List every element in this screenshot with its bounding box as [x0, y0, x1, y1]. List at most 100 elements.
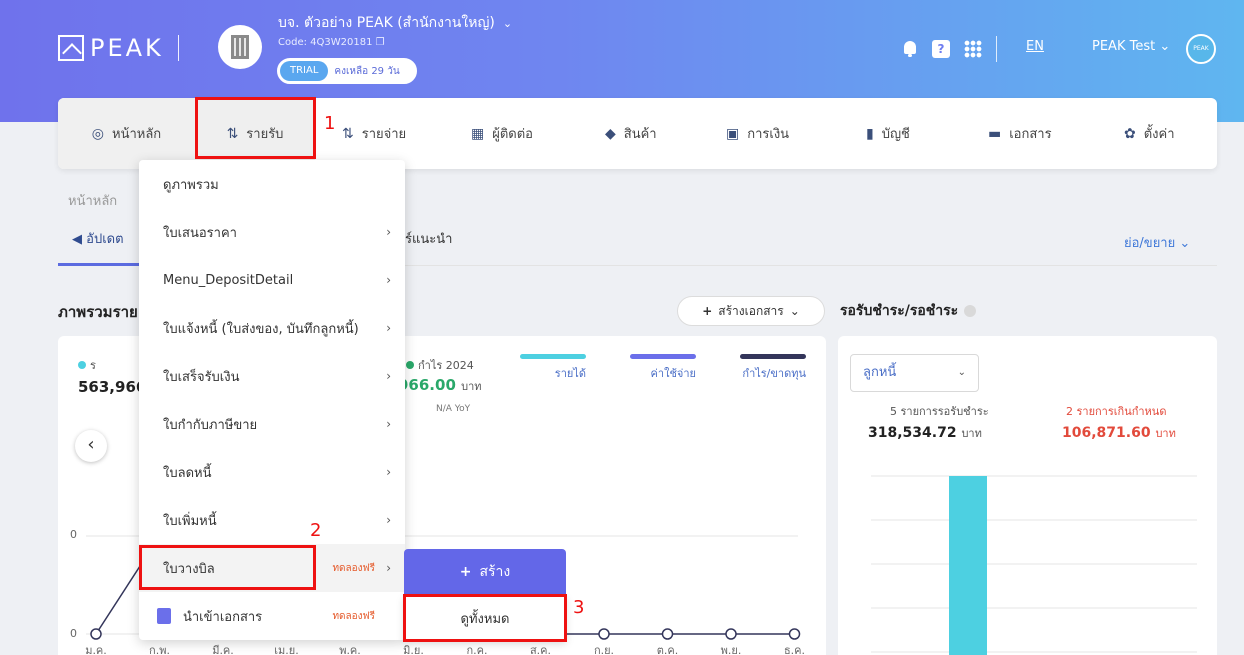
header-icons: ? — [902, 36, 997, 62]
chevron-right-icon: › — [386, 369, 391, 383]
trial-badge[interactable]: TRIAL คงเหลือ 29 วัน — [277, 58, 417, 84]
breadcrumb: หน้าหลัก — [68, 194, 118, 209]
x-tick-label: ก.ย. — [594, 644, 614, 655]
menu-item-receipt[interactable]: ใบเสร็จรับเงิน › — [139, 352, 405, 400]
copy-icon[interactable]: ❐ — [376, 37, 385, 48]
annotation-box-2 — [139, 545, 316, 590]
profit-point — [661, 628, 674, 640]
annotation-number-2: 2 — [310, 520, 322, 541]
avatar[interactable]: PEAK — [1186, 34, 1216, 64]
trial-remaining: คงเหลือ 29 วัน — [334, 65, 400, 77]
chevron-down-icon: ⌄ — [1159, 39, 1171, 54]
help-icon[interactable] — [964, 305, 977, 317]
nav-products[interactable]: ◆ สินค้า — [605, 98, 657, 169]
company-name: บจ. ตัวอย่าง PEAK (สำนักงานใหญ่) — [278, 15, 495, 31]
x-tick-label: ส.ค. — [530, 644, 551, 655]
megaphone-icon: ◀ — [72, 232, 82, 247]
free-trial-badge: ทดลองฟรี — [332, 610, 375, 622]
user-name: PEAK Test — [1092, 39, 1156, 54]
nav-label: ผู้ติดต่อ — [492, 127, 533, 142]
x-tick-label: ต.ค. — [657, 644, 679, 655]
section-title: ภาพรวมราย — [58, 303, 138, 321]
receivables-card: ลูกหนี้ ⌄ 5 รายการรอรับชำระ 318,534.72 บา… — [838, 336, 1217, 655]
logo-text: PEAK — [90, 34, 164, 62]
annotation-number-3: 3 — [573, 597, 585, 618]
menu-item-quotation[interactable]: ใบเสนอราคา › — [139, 208, 405, 256]
menu-item-import-docs[interactable]: นำเข้าเอกสาร ทดลองฟรี — [139, 592, 405, 640]
profit-point — [598, 628, 610, 640]
free-trial-badge: ทดลองฟรี — [332, 562, 375, 574]
trial-tag: TRIAL — [280, 61, 329, 81]
create-document-button[interactable]: + สร้างเอกสาร ⌄ — [677, 296, 825, 326]
import-icon — [157, 608, 171, 624]
folder-icon: ▬ — [988, 125, 1002, 142]
nav-label: สินค้า — [623, 127, 657, 142]
chevron-right-icon: › — [386, 273, 391, 287]
logo-divider — [177, 35, 179, 61]
receivable-bar — [949, 476, 987, 655]
chevron-right-icon: › — [386, 417, 391, 431]
chevron-right-icon: › — [386, 465, 391, 479]
x-tick-label: มิ.ย. — [403, 644, 424, 655]
contacts-icon: ▦ — [471, 125, 485, 142]
nav-home[interactable]: ◎ หน้าหลัก — [58, 98, 195, 169]
tab-tips[interactable]: ร์แนะนำ — [405, 228, 452, 249]
peak-logo[interactable]: PEAK — [58, 34, 179, 62]
menu-item-invoice[interactable]: ใบแจ้งหนี้ (ใบส่งของ, บันทึกลูกหนี้) › — [139, 304, 405, 352]
create-billing-button[interactable]: + สร้าง — [404, 549, 566, 595]
chevron-down-icon: ⌄ — [789, 304, 800, 318]
receivables-bar-chart — [871, 475, 1197, 655]
nav-accounting[interactable]: ▮ บัญชี — [866, 98, 910, 169]
ledger-icon: ▮ — [866, 125, 874, 142]
chevron-right-icon: › — [386, 321, 391, 335]
profit-point — [788, 628, 801, 640]
nav-label: เอกสาร — [1009, 127, 1052, 142]
nav-documents[interactable]: ▬ เอกสาร — [988, 98, 1052, 169]
nav-label: การเงิน — [747, 127, 790, 142]
menu-item-tax-invoice[interactable]: ใบกำกับภาษีขาย › — [139, 400, 405, 448]
plus-icon: + — [459, 564, 472, 580]
x-tick-label: พ.ค. — [339, 644, 361, 655]
apps-grid-icon[interactable] — [964, 40, 982, 58]
chevron-right-icon: › — [386, 561, 391, 575]
annotation-box-1 — [195, 97, 316, 159]
nav-expense[interactable]: ⇅ รายจ่าย — [342, 98, 406, 169]
chevron-down-icon: ⌄ — [502, 17, 513, 30]
company-selector[interactable]: บจ. ตัวอย่าง PEAK (สำนักงานใหญ่) ⌄ — [278, 12, 512, 34]
user-menu[interactable]: PEAK Test ⌄ — [1092, 39, 1170, 54]
menu-item-overview[interactable]: ดูภาพรวม — [139, 160, 405, 208]
nav-label: รายจ่าย — [361, 127, 407, 142]
chevron-down-icon: ⌄ — [1179, 236, 1191, 251]
x-tick-label: ม.ค. — [85, 644, 107, 655]
product-icon: ◆ — [605, 125, 616, 142]
x-tick-label: ธ.ค. — [784, 644, 805, 655]
menu-item-credit-note[interactable]: ใบลดหนี้ › — [139, 448, 405, 496]
x-tick-label: ก.พ. — [149, 644, 170, 655]
x-tick-label: ก.ค. — [466, 644, 487, 655]
chevron-right-icon: › — [386, 225, 391, 239]
x-tick-label: เม.ย. — [274, 644, 298, 655]
help-icon[interactable]: ? — [932, 40, 950, 58]
header-divider — [996, 36, 997, 62]
active-tab-indicator — [58, 263, 140, 266]
expense-icon: ⇅ — [342, 125, 354, 142]
gear-icon: ✿ — [1124, 125, 1136, 142]
menu-item-debit-note[interactable]: ใบเพิ่มหนี้ › — [139, 496, 405, 544]
company-building-icon[interactable] — [218, 25, 262, 69]
logo-mark-icon — [58, 35, 84, 61]
chevron-right-icon: › — [386, 513, 391, 527]
bell-icon[interactable] — [902, 40, 918, 58]
menu-item-deposit[interactable]: Menu_DepositDetail › — [139, 256, 405, 304]
nav-contacts[interactable]: ▦ ผู้ติดต่อ — [471, 98, 533, 169]
annotation-number-1: 1 — [324, 113, 336, 134]
nav-settings[interactable]: ✿ ตั้งค่า — [1124, 98, 1175, 169]
language-switch[interactable]: EN — [1026, 39, 1044, 54]
nav-finance[interactable]: ▣ การเงิน — [726, 98, 789, 169]
nav-label: ตั้งค่า — [1143, 127, 1175, 142]
collapse-toggle[interactable]: ย่อ/ขยาย ⌄ — [1124, 232, 1190, 253]
x-tick-label: มี.ค. — [212, 644, 234, 655]
annotation-box-3 — [403, 594, 567, 642]
x-tick-label: พ.ย. — [721, 644, 742, 655]
money-icon: ▣ — [726, 125, 740, 142]
tab-updates[interactable]: ◀ อัปเดต — [72, 228, 124, 249]
